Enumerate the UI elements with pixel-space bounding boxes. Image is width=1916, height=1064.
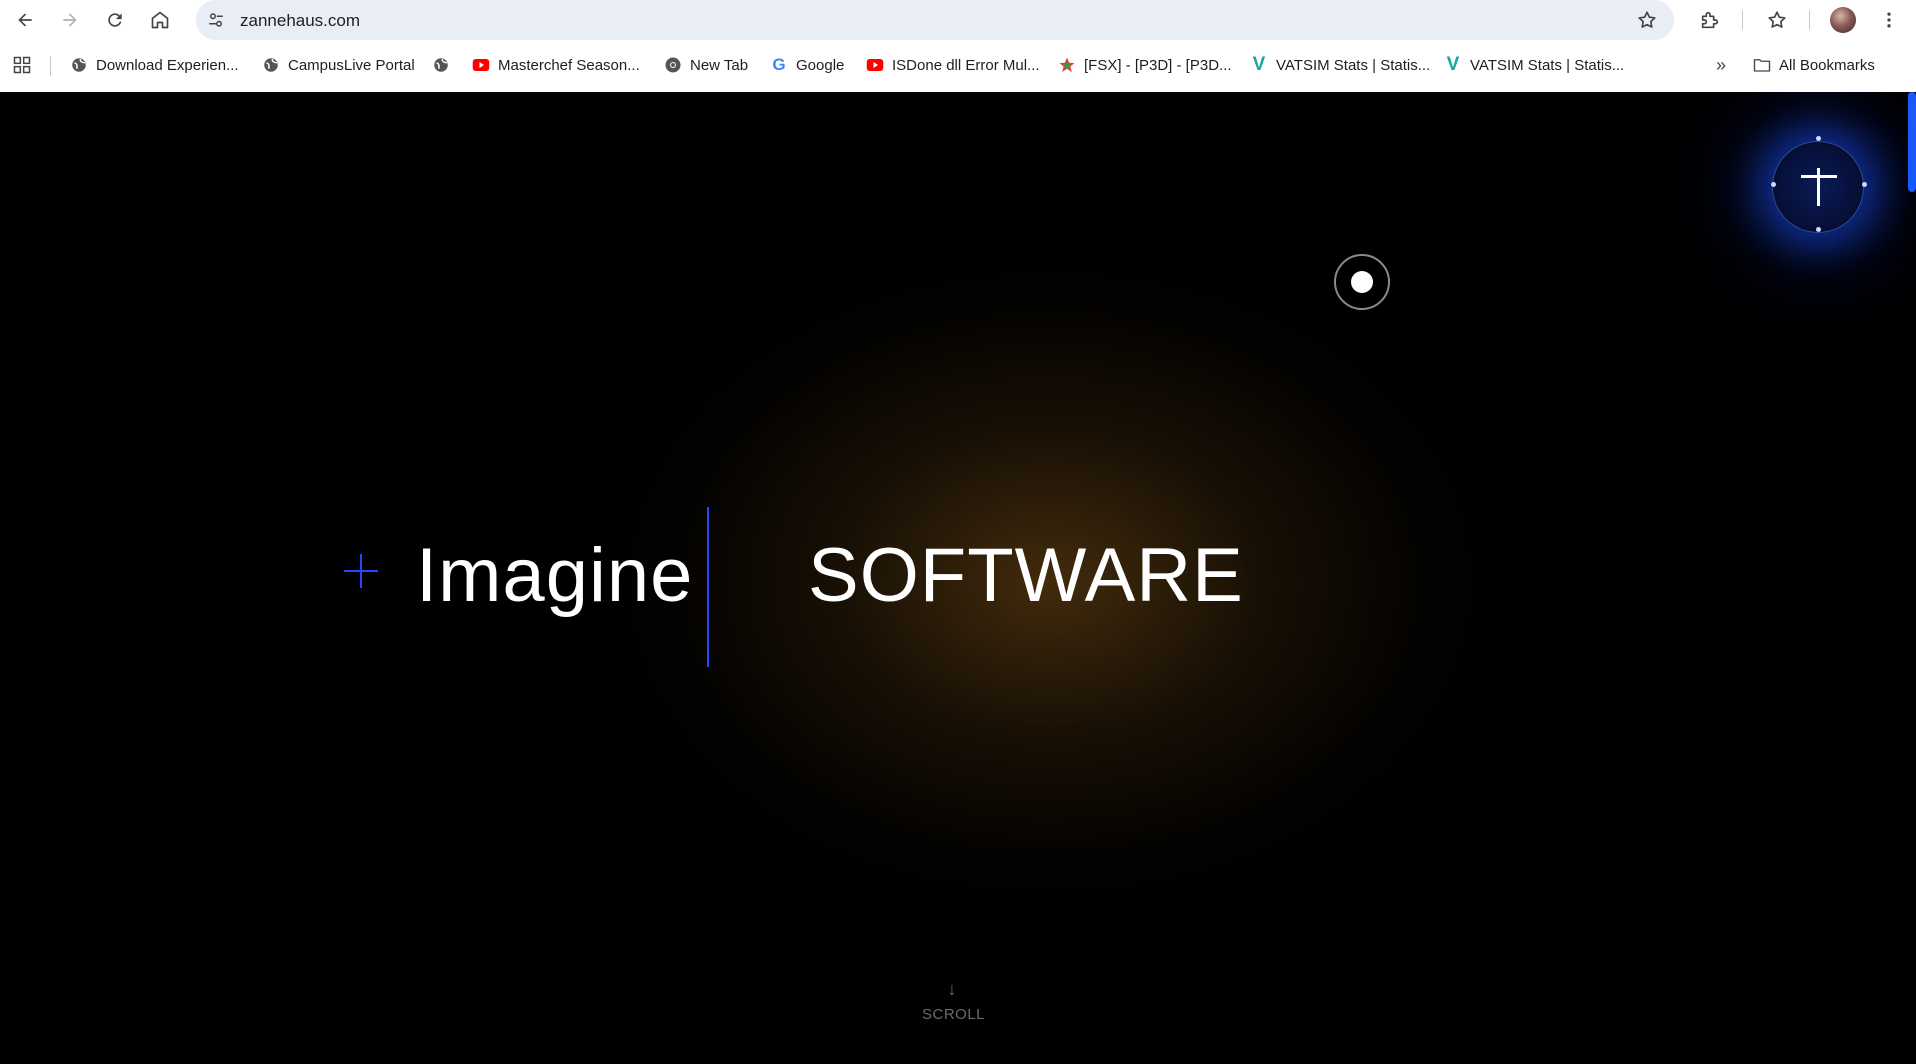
bookmark-label: VATSIM Stats | Statis... <box>1276 56 1431 74</box>
youtube-icon <box>472 56 490 74</box>
orbit-dot <box>1816 136 1821 141</box>
globe-icon <box>432 56 450 74</box>
reload-icon <box>108 13 122 27</box>
globe-icon <box>70 56 88 74</box>
profile-avatar[interactable] <box>1830 7 1856 33</box>
bookmarks-side-panel-button[interactable] <box>1761 4 1793 36</box>
url-text[interactable]: zannehaus.com <box>240 11 360 31</box>
forward-button[interactable] <box>54 4 86 36</box>
bookmark-label: Google <box>796 56 845 74</box>
cursor-dot <box>1351 271 1373 293</box>
bookmark-item[interactable]: V VATSIM Stats | Statis... <box>1250 48 1431 82</box>
bookmark-item[interactable]: [FSX] - [P3D] - [P3D... <box>1058 48 1232 82</box>
hero-word-left: Imagine <box>416 533 694 618</box>
home-icon <box>151 11 169 29</box>
site-info-button[interactable] <box>204 8 228 32</box>
arrow-right-icon <box>63 13 77 27</box>
bookmark-label: Masterchef Season... <box>498 56 640 74</box>
tune-icon <box>209 13 223 27</box>
toolbar-separator <box>1742 10 1743 30</box>
puzzle-icon <box>1701 11 1719 29</box>
bookmark-label: CampusLive Portal <box>288 56 415 74</box>
scroll-label: SCROLL <box>922 1006 986 1023</box>
bookmark-item[interactable]: V VATSIM Stats | Statis... <box>1444 48 1625 82</box>
orbit-dot <box>1771 182 1776 187</box>
browser-chrome: zannehaus.com Download Experien... Campu… <box>0 0 1916 92</box>
arrow-down-icon: ↓ <box>947 979 957 999</box>
bookmark-label: Download Experien... <box>96 56 239 74</box>
toolbar-separator <box>1809 10 1810 30</box>
scroll-indicator[interactable]: ↓ SCROLL <box>922 979 986 1023</box>
address-bar[interactable]: zannehaus.com <box>196 0 1674 40</box>
google-icon: G <box>772 55 786 74</box>
bookmark-label: [FSX] - [P3D] - [P3D... <box>1084 56 1232 74</box>
arrow-left-icon <box>18 13 32 27</box>
all-bookmarks-label: All Bookmarks <box>1779 56 1875 74</box>
website-viewport: Imagine SOFTWARE ↓ SCROLL <box>0 92 1916 1064</box>
bookmarks-separator <box>50 56 51 76</box>
reload-button[interactable] <box>99 4 131 36</box>
bookmark-item[interactable] <box>432 48 450 82</box>
youtube-icon <box>866 56 884 74</box>
hero-word-right: SOFTWARE <box>808 533 1244 618</box>
plus-icon <box>1817 168 1820 206</box>
bookmark-item[interactable]: CampusLive Portal <box>262 48 415 82</box>
star-list-icon <box>1768 11 1786 28</box>
hero-divider <box>707 507 709 667</box>
chevron-double-right-icon: » <box>1716 54 1727 75</box>
plus-icon <box>344 554 378 588</box>
bookmark-item[interactable]: ISDone dll Error Mul... <box>866 48 1040 82</box>
folder-icon <box>1753 56 1771 74</box>
bookmarks-bar: Download Experien... CampusLive Portal M… <box>0 48 1916 82</box>
bookmark-item[interactable]: G Google <box>770 48 844 82</box>
browser-toolbar: zannehaus.com <box>0 0 1916 40</box>
kebab-menu-icon <box>1887 12 1891 28</box>
custom-cursor <box>1334 254 1390 310</box>
star-logo-icon <box>1058 56 1076 74</box>
menu-button[interactable] <box>1873 4 1905 36</box>
bookmark-label: New Tab <box>690 56 749 74</box>
home-button[interactable] <box>144 4 176 36</box>
bookmark-item[interactable]: Download Experien... <box>70 48 239 82</box>
vatsim-icon: V <box>1252 54 1266 75</box>
orbit-dot <box>1862 182 1867 187</box>
globe-icon <box>262 56 280 74</box>
bookmark-item[interactable]: Masterchef Season... <box>472 48 640 82</box>
apps-grid-icon <box>13 56 31 74</box>
menu-toggle-button[interactable] <box>1772 141 1864 233</box>
extensions-button[interactable] <box>1694 4 1726 36</box>
all-bookmarks-button[interactable]: All Bookmarks <box>1753 48 1875 82</box>
bookmarks-overflow-button[interactable]: » <box>1716 48 1726 82</box>
bookmark-label: VATSIM Stats | Statis... <box>1470 56 1625 74</box>
bookmark-label: ISDone dll Error Mul... <box>892 56 1040 74</box>
orbit-dot <box>1816 227 1821 232</box>
bookmark-item[interactable]: New Tab <box>664 48 748 82</box>
bookmark-star-icon[interactable] <box>1636 9 1658 31</box>
scrollbar[interactable] <box>1908 92 1916 192</box>
back-button[interactable] <box>9 4 41 36</box>
vatsim-icon: V <box>1446 54 1460 75</box>
apps-button[interactable] <box>12 48 32 82</box>
plus-icon <box>1801 175 1837 178</box>
chrome-icon <box>664 56 682 74</box>
